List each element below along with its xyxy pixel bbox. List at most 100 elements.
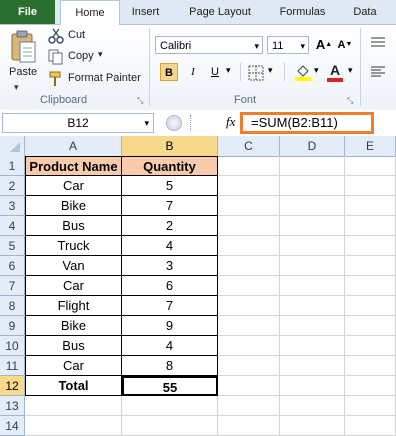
cell[interactable]: [345, 236, 396, 256]
cell[interactable]: [345, 356, 396, 376]
cell[interactable]: [280, 176, 345, 196]
row-header[interactable]: 11: [0, 356, 25, 376]
row-header[interactable]: 14: [0, 416, 25, 436]
cell[interactable]: [280, 156, 345, 176]
scissors-icon[interactable]: [48, 28, 64, 44]
chevron-down-icon[interactable]: ▾: [254, 37, 259, 55]
quantity-cell[interactable]: 4: [122, 236, 218, 256]
cell[interactable]: [218, 396, 280, 416]
copy-icon[interactable]: [48, 49, 64, 65]
product-name-cell[interactable]: Bus: [25, 216, 122, 236]
select-all-corner[interactable]: [0, 136, 25, 156]
formula-input[interactable]: =SUM(B2:B11): [240, 112, 374, 134]
cell[interactable]: [280, 356, 345, 376]
cell[interactable]: [345, 416, 396, 436]
underline-dropdown-icon[interactable]: ▾: [226, 65, 231, 76]
column-header-e[interactable]: E: [345, 136, 396, 156]
font-name-combo[interactable]: Calibri ▾: [155, 36, 263, 54]
cell[interactable]: [345, 216, 396, 236]
cell[interactable]: [280, 416, 345, 436]
cell[interactable]: [218, 276, 280, 296]
table-header-cell[interactable]: Quantity: [122, 156, 218, 176]
cell[interactable]: [280, 336, 345, 356]
cell[interactable]: [280, 216, 345, 236]
cell[interactable]: [280, 276, 345, 296]
quantity-cell[interactable]: 9: [122, 316, 218, 336]
fill-color-icon[interactable]: [294, 63, 312, 81]
tab-file[interactable]: File: [0, 0, 55, 24]
cell[interactable]: [345, 156, 396, 176]
table-header-cell[interactable]: Product Name: [25, 156, 122, 176]
cell[interactable]: [25, 396, 122, 416]
quantity-cell[interactable]: 4: [122, 336, 218, 356]
italic-button[interactable]: I: [184, 63, 202, 81]
tab-home[interactable]: Home: [60, 0, 120, 26]
cell[interactable]: [218, 336, 280, 356]
cell[interactable]: [345, 296, 396, 316]
column-header-b[interactable]: B: [122, 136, 218, 156]
cell[interactable]: [122, 396, 218, 416]
quantity-cell[interactable]: 3: [122, 256, 218, 276]
product-name-cell[interactable]: Van: [25, 256, 122, 276]
tab-formulas[interactable]: Formulas: [270, 0, 335, 24]
cell[interactable]: [218, 296, 280, 316]
row-header[interactable]: 3: [0, 196, 25, 216]
cell[interactable]: [280, 376, 345, 396]
cell[interactable]: [345, 316, 396, 336]
cell[interactable]: [345, 176, 396, 196]
product-name-cell[interactable]: Truck: [25, 236, 122, 256]
cell[interactable]: [345, 376, 396, 396]
quantity-cell[interactable]: 8: [122, 356, 218, 376]
quantity-cell[interactable]: 6: [122, 276, 218, 296]
product-name-cell[interactable]: Bus: [25, 336, 122, 356]
total-label-cell[interactable]: Total: [25, 376, 122, 396]
cell[interactable]: [25, 416, 122, 436]
row-header[interactable]: 2: [0, 176, 25, 196]
quantity-cell[interactable]: 5: [122, 176, 218, 196]
row-header[interactable]: 12: [0, 376, 25, 396]
product-name-cell[interactable]: Bike: [25, 196, 122, 216]
row-header[interactable]: 13: [0, 396, 25, 416]
cell[interactable]: [218, 176, 280, 196]
cell[interactable]: [218, 216, 280, 236]
borders-dropdown-icon[interactable]: ▾: [268, 65, 273, 76]
row-header[interactable]: 9: [0, 316, 25, 336]
cell[interactable]: [345, 396, 396, 416]
cell[interactable]: [218, 256, 280, 276]
row-header[interactable]: 10: [0, 336, 25, 356]
column-header-a[interactable]: A: [25, 136, 122, 156]
grow-font-icon[interactable]: A▲: [315, 36, 333, 54]
row-header[interactable]: 8: [0, 296, 25, 316]
tab-page-layout[interactable]: Page Layout: [180, 0, 260, 24]
insert-function-icon[interactable]: fx: [226, 114, 235, 130]
cell[interactable]: [218, 196, 280, 216]
cell[interactable]: [280, 396, 345, 416]
product-name-cell[interactable]: Car: [25, 276, 122, 296]
cell[interactable]: [122, 416, 218, 436]
cell[interactable]: [218, 376, 280, 396]
cell[interactable]: [345, 276, 396, 296]
cell[interactable]: [280, 196, 345, 216]
name-box[interactable]: B12 ▾: [2, 113, 154, 133]
cell[interactable]: [218, 356, 280, 376]
cell[interactable]: [280, 236, 345, 256]
product-name-cell[interactable]: Bike: [25, 316, 122, 336]
row-header[interactable]: 5: [0, 236, 25, 256]
tab-data[interactable]: Data: [345, 0, 385, 24]
shrink-font-icon[interactable]: A▼: [336, 36, 354, 54]
cell[interactable]: [218, 156, 280, 176]
paste-icon[interactable]: [8, 30, 38, 66]
copy-button[interactable]: Copy: [68, 50, 94, 62]
tab-insert[interactable]: Insert: [118, 0, 173, 24]
row-header[interactable]: 6: [0, 256, 25, 276]
cell[interactable]: [218, 316, 280, 336]
quantity-cell[interactable]: 7: [122, 296, 218, 316]
product-name-cell[interactable]: Car: [25, 356, 122, 376]
align-top-icon[interactable]: [370, 36, 386, 50]
chevron-down-icon[interactable]: ▾: [300, 37, 305, 55]
product-name-cell[interactable]: Flight: [25, 296, 122, 316]
cell[interactable]: [280, 316, 345, 336]
row-header[interactable]: 1: [0, 156, 25, 176]
fill-color-dropdown-icon[interactable]: ▾: [314, 65, 319, 76]
dialog-launcher-icon[interactable]: ⤡: [137, 96, 143, 106]
